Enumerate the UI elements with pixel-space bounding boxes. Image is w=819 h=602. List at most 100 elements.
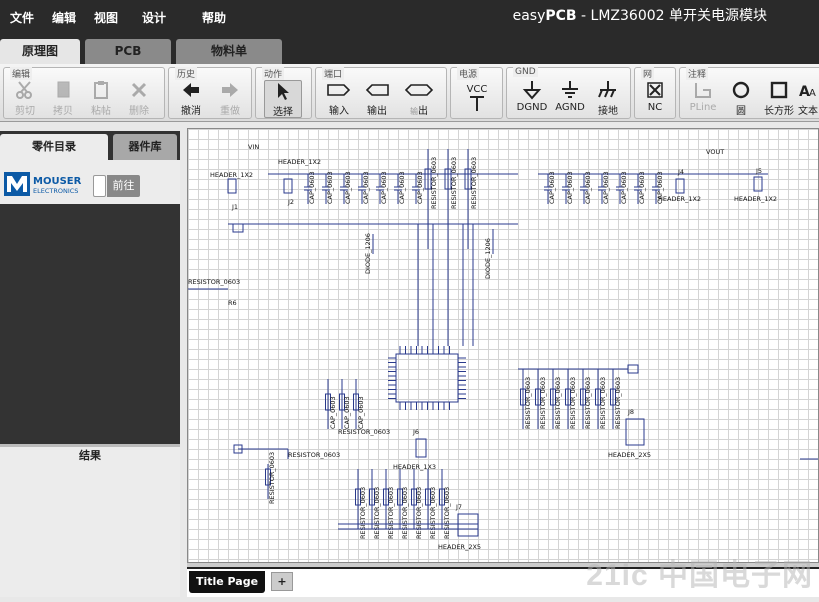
schematic-label: CAP_0603 — [398, 171, 406, 204]
text-button[interactable]: AA 文本 — [794, 80, 819, 118]
schematic-label: CAP_0603 — [329, 396, 337, 429]
delete-button[interactable]: 删除 — [120, 80, 158, 118]
pline-button[interactable]: PLine — [684, 80, 722, 118]
group-label-history: 历史 — [175, 67, 198, 80]
output-port-icon — [365, 84, 389, 96]
connector-j4[interactable] — [675, 178, 685, 194]
menu-file[interactable]: 文件 — [10, 9, 34, 26]
schematic-label: CAP_0603 — [638, 171, 646, 204]
scissors-icon — [16, 81, 32, 99]
schematic-label: RESISTOR_0603 — [387, 487, 395, 539]
menu-help[interactable]: 帮助 — [202, 9, 226, 26]
schematic-label: J5 — [755, 167, 762, 175]
paste-button[interactable]: 粘帖 — [82, 80, 120, 118]
schematic-label: CAP_0603 — [357, 396, 365, 429]
schematic-label: HEADER_2X5 — [608, 451, 651, 459]
pointer-cursor-icon — [278, 83, 289, 100]
schematic-label: CAP_0603 — [584, 171, 592, 204]
schematic-label: RESISTOR_0603 — [524, 377, 532, 429]
schematic-label: RESISTOR_0603 — [373, 487, 381, 539]
circle-button[interactable]: 圆 — [722, 80, 760, 118]
menu-edit[interactable]: 编辑 — [52, 9, 76, 26]
paste-label: 粘帖 — [91, 106, 111, 117]
app-title-suffix: - LMZ36002 单开关电源模块 — [576, 8, 767, 24]
watermark: 21ic 中国电子网 — [586, 559, 813, 592]
undo-button[interactable]: 撤消 — [172, 80, 210, 118]
output-port-button[interactable]: 输出 — [358, 80, 396, 118]
group-label-power: 电源 — [457, 67, 480, 80]
port-marker[interactable] — [232, 223, 244, 233]
group-label-action: 动作 — [262, 67, 285, 80]
page-tab-title[interactable]: Title Page — [189, 571, 265, 593]
no-connect-button[interactable]: NC — [636, 80, 674, 118]
arrow-left-icon — [183, 83, 199, 97]
tab-bom[interactable]: 物料单 — [176, 39, 282, 64]
schematic-label: J8 — [627, 408, 634, 416]
svg-text:A: A — [809, 88, 816, 99]
select-button[interactable]: 选择 — [264, 80, 302, 118]
copy-button[interactable]: 拷贝 — [44, 80, 82, 118]
connector-j2[interactable] — [283, 178, 293, 194]
vcc-button[interactable]: VCC — [458, 80, 496, 118]
menu-design[interactable]: 设计 — [142, 9, 166, 26]
schematic-label: CAP_0603 — [362, 171, 370, 204]
toolbar-group-power: 电源 VCC — [450, 67, 503, 119]
schematic-label: RESISTOR_0603 — [539, 377, 547, 429]
tab-pcb[interactable]: PCB — [85, 39, 171, 64]
schematic-drawing: HEADER_1X2 J1 HEADER_1X2 J2 HEADER_1X2 J4 HEAD… — [188, 143, 818, 551]
schematic-label: CAP_0603 — [416, 171, 424, 204]
schematic-label: CAP_0603 — [380, 171, 388, 204]
schematic-label: J2 — [287, 198, 294, 206]
mouser-logo[interactable]: MOUSER ELECTRONICS — [4, 172, 88, 196]
mouser-m-icon: MOUSER ELECTRONICS — [4, 172, 82, 196]
schematic-label: RESISTOR_0603 — [569, 377, 577, 429]
menu-view[interactable]: 视图 — [94, 9, 118, 26]
ic-body[interactable] — [395, 353, 459, 403]
redo-label: 重做 — [220, 106, 240, 117]
ground-label: 接地 — [598, 106, 618, 117]
inout-label: 输出 — [400, 102, 438, 117]
tab-component-library[interactable]: 器件库 — [113, 134, 177, 160]
connector-j5[interactable] — [753, 176, 763, 192]
rectangle-button[interactable]: 长方形 — [760, 80, 798, 118]
tab-parts-catalog[interactable]: 零件目录 — [0, 134, 108, 160]
delete-label: 删除 — [129, 106, 149, 117]
schematic-label: CAP_0603 — [548, 171, 556, 204]
vcc-label: VCC — [466, 84, 488, 95]
schematic-label: HEADER_1X3 — [393, 463, 436, 471]
analog-ground-icon — [562, 81, 578, 98]
output-label: 输出 — [367, 106, 387, 117]
connector-j8[interactable] — [625, 418, 645, 446]
inout-port-button[interactable]: 输出 — [400, 80, 438, 118]
group-label-port: 端口 — [322, 67, 345, 80]
connector-j1[interactable] — [227, 178, 237, 194]
schematic-label: CAP_0603 — [308, 171, 316, 204]
app-title-prefix: easy — [512, 8, 546, 24]
schematic-label: J1 — [231, 203, 238, 211]
schematic-label: HEADER_1X2 — [734, 195, 777, 203]
schematic-canvas-area: HEADER_1X2 J1 HEADER_1X2 J2 HEADER_1X2 J4 HEAD… — [183, 122, 819, 602]
schematic-label: CAP_0603 — [620, 171, 628, 204]
add-page-button[interactable]: + — [271, 572, 293, 591]
dgnd-button[interactable]: DGND — [513, 80, 551, 118]
schematic-label: CAP_0603 — [344, 171, 352, 204]
connector-j6[interactable] — [415, 438, 427, 458]
go-button[interactable]: 前往 — [107, 175, 140, 197]
undo-label: 撤消 — [181, 106, 201, 117]
schematic-label: HEADER_2X5 — [438, 543, 481, 551]
schematic-label: J6 — [412, 428, 419, 436]
connector-j7[interactable] — [457, 513, 479, 537]
tab-schematic[interactable]: 原理图 — [0, 39, 80, 64]
agnd-button[interactable]: AGND — [551, 80, 589, 118]
port-marker[interactable] — [627, 364, 639, 374]
circle-label: 圆 — [736, 106, 746, 117]
schematic-label: RESISTOR_0603 — [429, 487, 437, 539]
earth-ground-button[interactable]: 接地 — [589, 80, 627, 118]
schematic-canvas[interactable]: HEADER_1X2 J1 HEADER_1X2 J2 HEADER_1X2 J4 HEAD… — [187, 128, 819, 563]
catalog-toggle[interactable] — [93, 175, 106, 197]
schematic-label: CAP_0603 — [326, 171, 334, 204]
redo-button[interactable]: 重做 — [211, 80, 249, 118]
cut-button[interactable]: 剪切 — [6, 80, 44, 118]
input-port-button[interactable]: 输入 — [320, 80, 358, 118]
schematic-label: J7 — [455, 503, 462, 511]
